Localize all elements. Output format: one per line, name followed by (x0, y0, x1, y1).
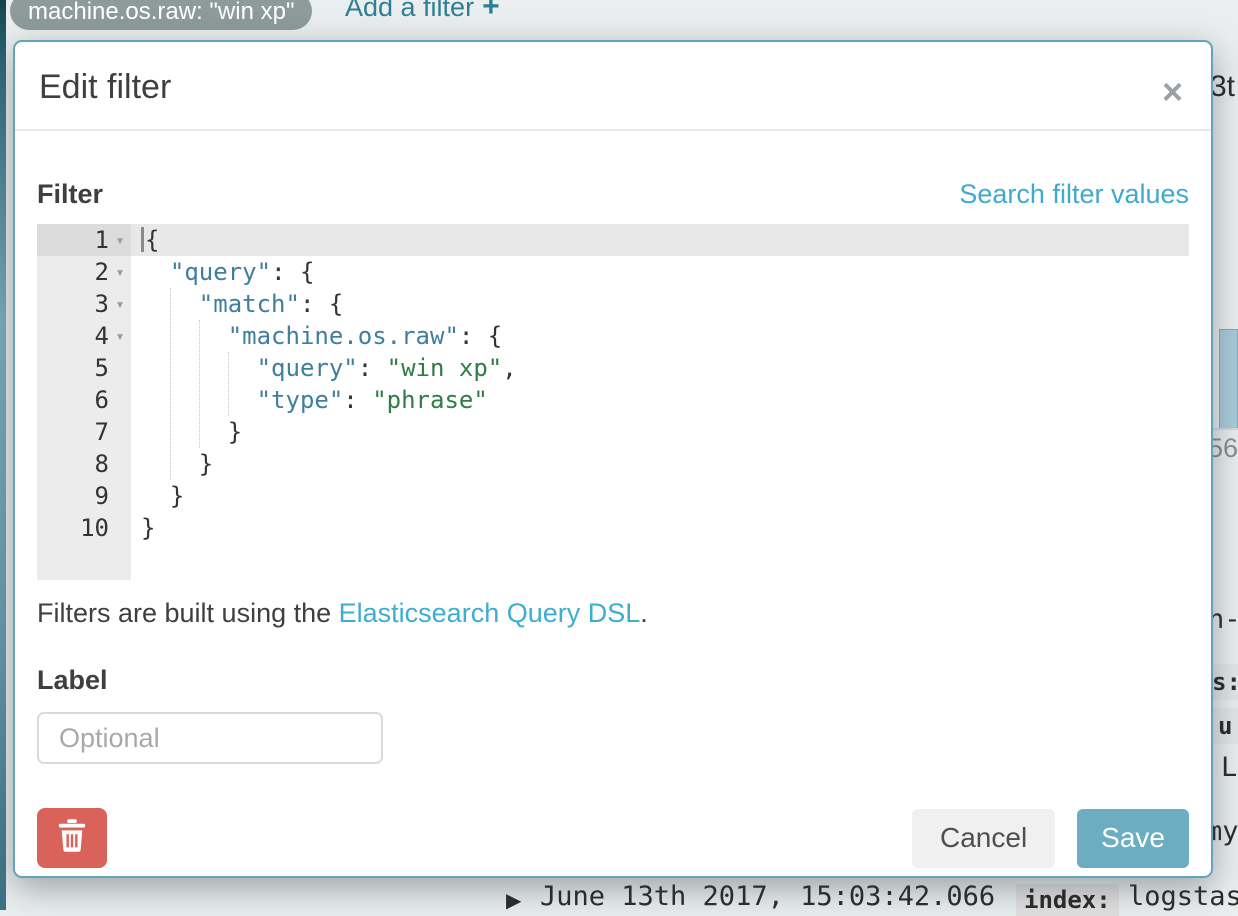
background-date-fragment: 3t (1210, 70, 1235, 104)
index-field-badge: index: (1016, 884, 1119, 916)
modal-footer: Cancel Save (37, 808, 1189, 868)
plus-icon: + (482, 0, 500, 23)
filter-query-editor[interactable]: 1▾{2▾ "query": {3▾ "match": {4▾ "machine… (37, 224, 1189, 580)
histogram-bar (1219, 329, 1238, 429)
chart-axis-line (1212, 428, 1238, 430)
search-filter-values-link[interactable]: Search filter values (959, 179, 1189, 210)
page-left-accent-strip (0, 0, 6, 910)
save-button[interactable]: Save (1077, 809, 1189, 868)
help-text-prefix: Filters are built using the (37, 598, 339, 628)
add-filter-label: Add a filter (345, 0, 474, 22)
filter-pill[interactable]: machine.os.raw: "win xp" (10, 0, 312, 30)
index-field-value: logstash- (1128, 881, 1238, 912)
trash-icon (57, 818, 87, 859)
add-filter-link[interactable]: Add a filter + (345, 0, 500, 24)
filter-help-text: Filters are built using the Elasticsearc… (37, 598, 1189, 629)
modal-title: Edit filter (39, 68, 1187, 107)
label-section-heading: Label (37, 665, 1189, 696)
doc-row-timestamp: June 13th 2017, 15:03:42.066 (540, 881, 995, 912)
close-icon[interactable]: × (1162, 74, 1183, 110)
elasticsearch-query-dsl-link[interactable]: Elasticsearch Query DSL (339, 598, 641, 628)
code-lines: 1▾{2▾ "query": {3▾ "match": {4▾ "machine… (37, 224, 1189, 544)
expand-row-icon: ▶ (506, 888, 521, 913)
modal-body: Filter Search filter values 1▾{2▾ "query… (15, 179, 1211, 868)
help-text-suffix: . (640, 598, 648, 628)
delete-filter-button[interactable] (37, 808, 107, 868)
field-badge-fragment: u (1212, 708, 1238, 744)
cancel-button[interactable]: Cancel (912, 809, 1055, 868)
filter-label-input[interactable] (37, 712, 383, 764)
modal-header: Edit filter × (15, 42, 1211, 131)
doc-text-fragment: L (1221, 752, 1237, 783)
edit-filter-modal: Edit filter × Filter Search filter value… (13, 40, 1213, 878)
filter-section-label: Filter (37, 179, 103, 210)
